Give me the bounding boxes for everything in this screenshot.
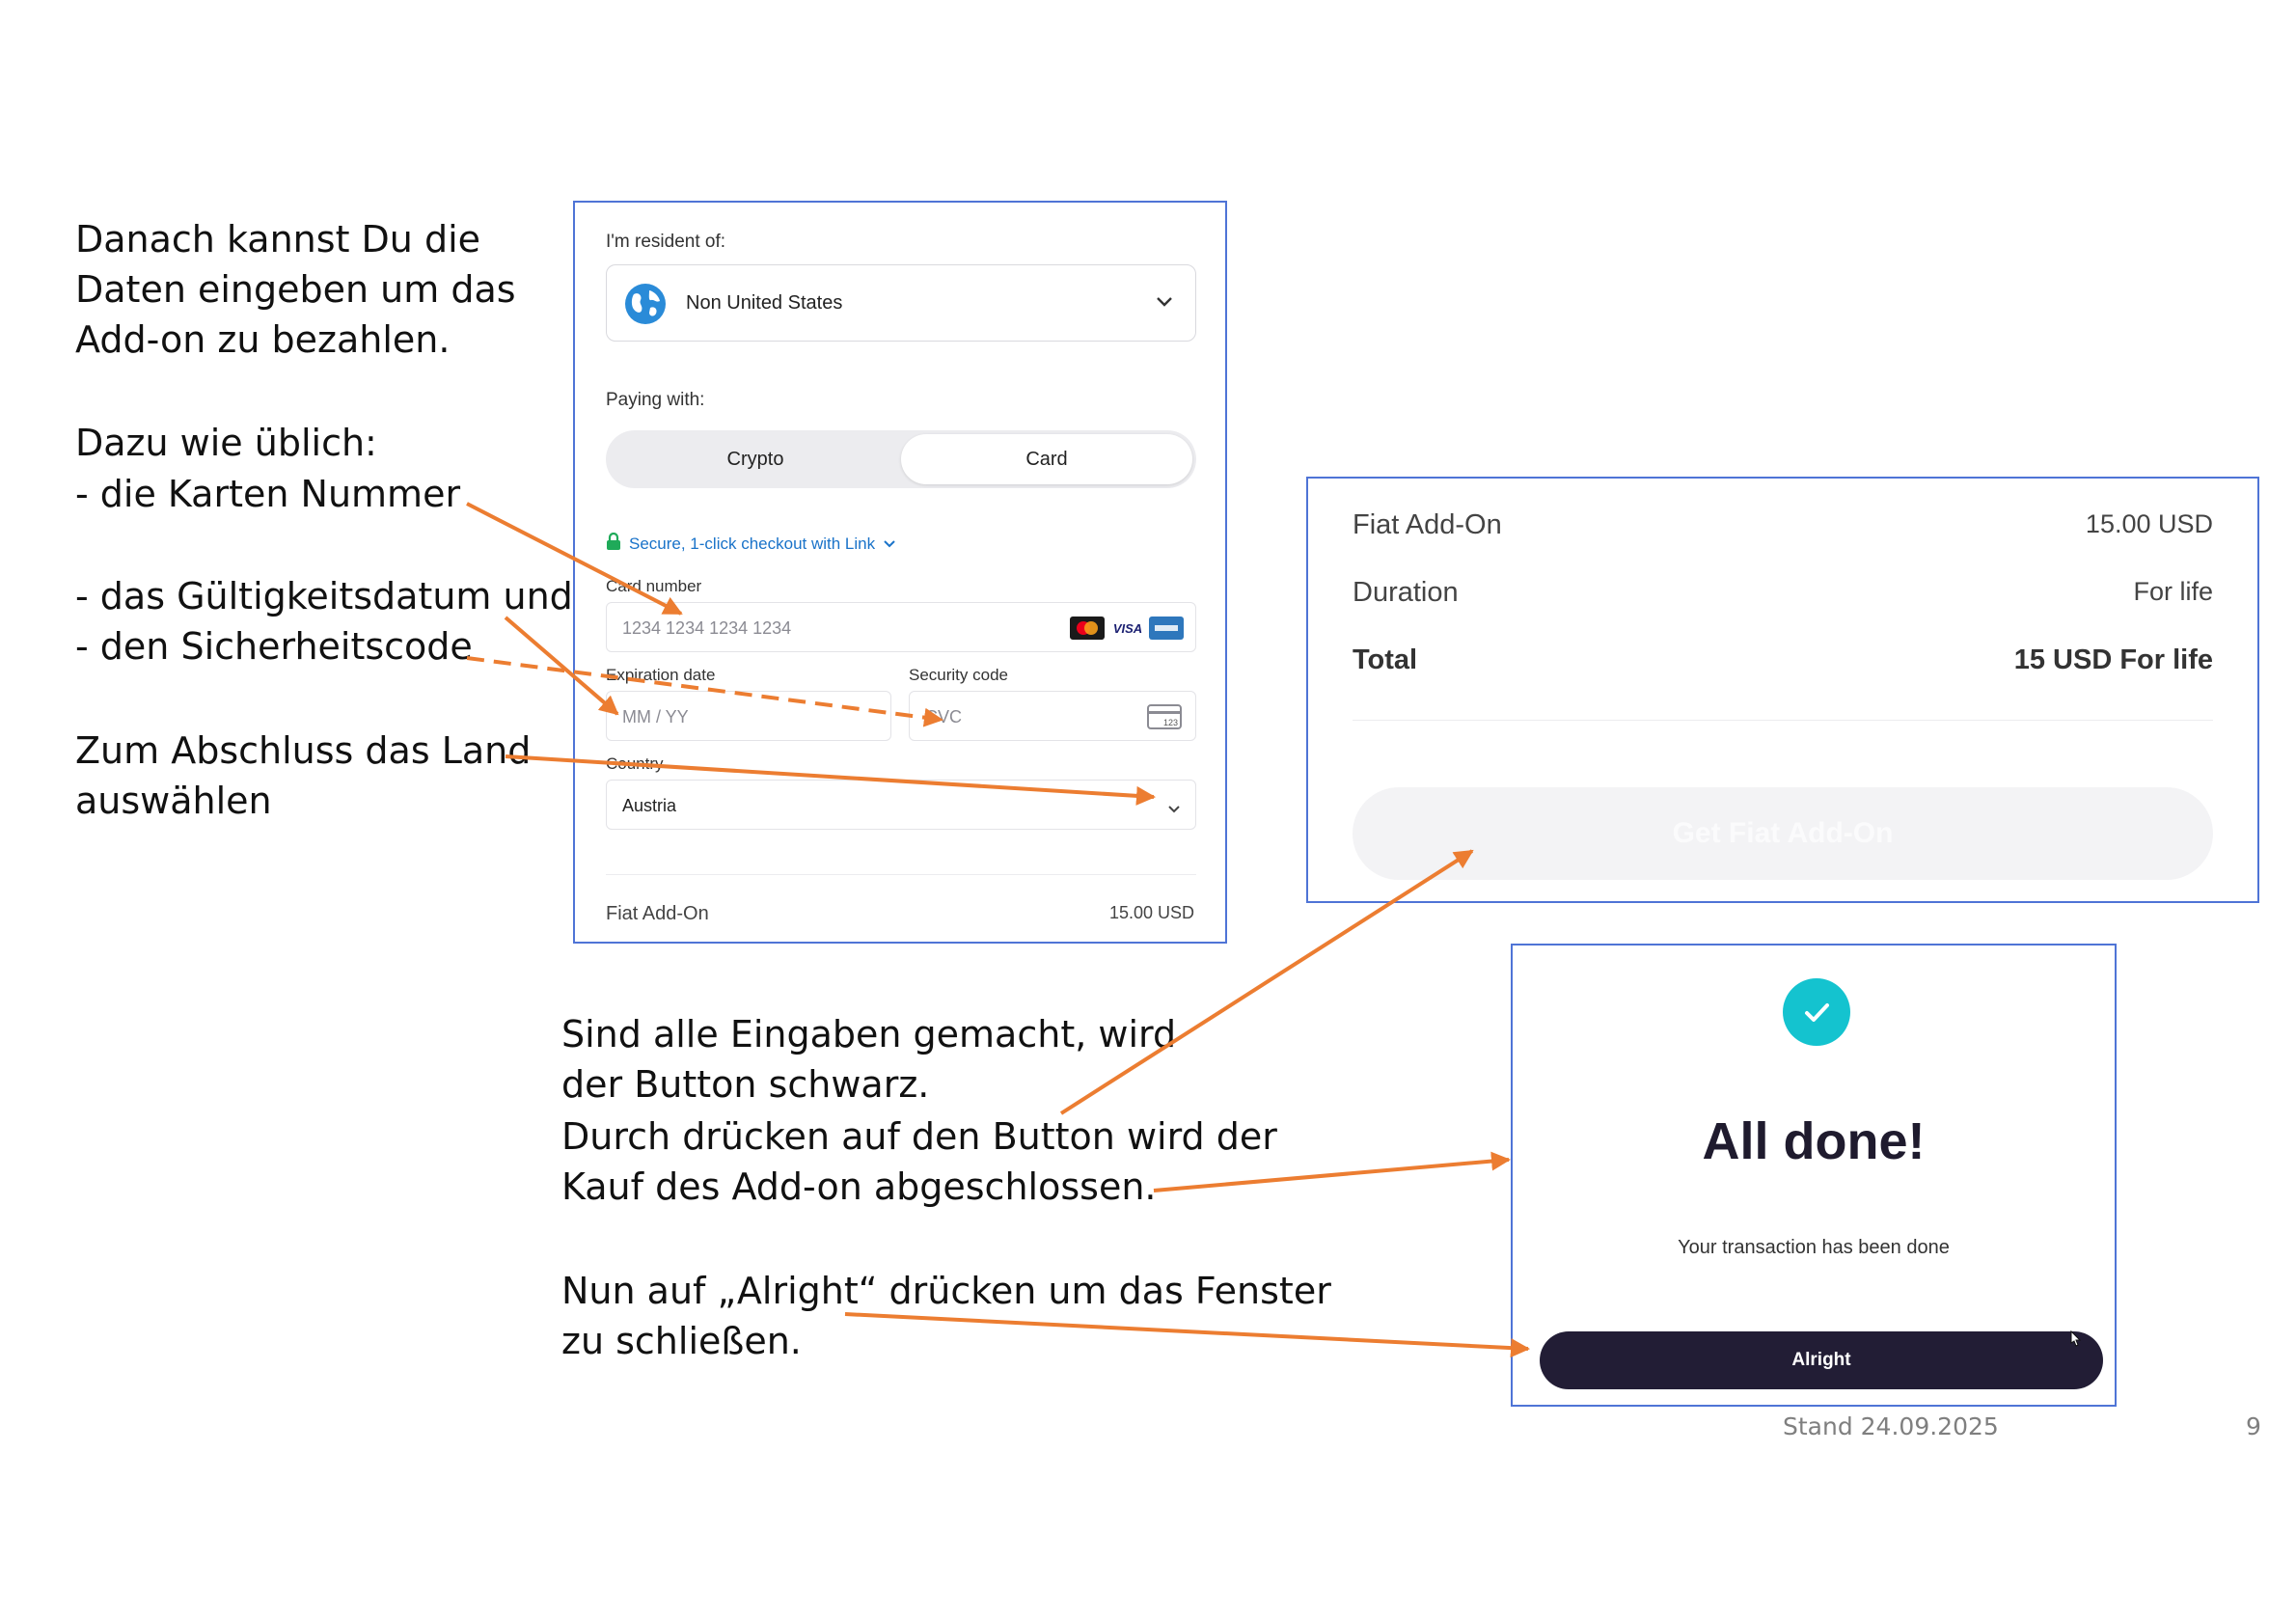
country-line: auswählen bbox=[75, 780, 272, 822]
alright-button[interactable]: Alright bbox=[1540, 1331, 2103, 1389]
tab-crypto[interactable]: Crypto bbox=[610, 434, 901, 484]
amex-icon bbox=[1149, 617, 1184, 644]
alright-note-line: zu schließen. bbox=[561, 1320, 802, 1362]
instruction-expiry: - das Gültigkeitsdatum und bbox=[75, 575, 573, 617]
resident-label: I'm resident of: bbox=[606, 232, 726, 252]
cursor-icon bbox=[2066, 1329, 2082, 1353]
page-number: 9 bbox=[2246, 1412, 2261, 1440]
link-checkout-text: Secure, 1-click checkout with Link bbox=[629, 534, 876, 553]
expiration-label: Expiration date bbox=[606, 666, 716, 684]
summary-item-label: Fiat Add-On bbox=[1353, 509, 1502, 540]
link-checkout[interactable]: Secure, 1-click checkout with Link bbox=[606, 532, 896, 555]
alright-note-line: Nun auf „Alright“ drücken um das Fenster bbox=[561, 1270, 1331, 1312]
divider bbox=[1353, 720, 2213, 721]
alright-button-label: Alright bbox=[1791, 1350, 1851, 1370]
tab-card[interactable]: Card bbox=[901, 434, 1192, 484]
country-line: Zum Abschluss das Land bbox=[75, 729, 532, 772]
resident-value: Non United States bbox=[686, 292, 843, 314]
chevron-down-icon bbox=[1155, 294, 1174, 313]
cvc-stripe bbox=[1149, 711, 1180, 714]
visa-icon: VISA bbox=[1112, 620, 1143, 636]
done-dialog-frame: All done! Your transaction has been done… bbox=[1511, 944, 2117, 1407]
summary-total-value: 15 USD For life bbox=[2013, 644, 2213, 675]
globe-icon bbox=[624, 283, 667, 325]
tab-crypto-label: Crypto bbox=[726, 448, 784, 470]
summary-item: Fiat Add-On bbox=[606, 903, 709, 924]
done-message: Your transaction has been done bbox=[1678, 1237, 1950, 1258]
instruction-alright-note: Nun auf „Alright“ drücken um das Fenster… bbox=[561, 1266, 1331, 1366]
summary-total-label: Total bbox=[1353, 644, 1418, 675]
resident-select[interactable]: Non United States bbox=[606, 264, 1196, 342]
country-select[interactable]: Austria bbox=[606, 780, 1196, 830]
cvc-card-icon: 123 bbox=[1147, 704, 1182, 729]
card-number-label: Card number bbox=[606, 577, 702, 595]
card-number-placeholder: 1234 1234 1234 1234 bbox=[622, 618, 792, 638]
check-icon bbox=[1783, 978, 1850, 1046]
summary-duration-value: For life bbox=[2133, 577, 2213, 606]
security-code-input[interactable]: CVC 123 bbox=[909, 691, 1196, 741]
lock-icon bbox=[606, 532, 621, 555]
summary-item-value: 15.00 USD bbox=[2085, 509, 2213, 538]
country-label: Country bbox=[606, 754, 664, 773]
instruction-intro: Danach kannst Du die Daten eingeben um d… bbox=[75, 214, 516, 365]
cvc-icon-text: 123 bbox=[1162, 718, 1178, 727]
tab-card-label: Card bbox=[1025, 448, 1068, 470]
payment-method-toggle: Crypto Card bbox=[606, 430, 1196, 488]
button-note-line: Kauf des Add-on abgeschlossen. bbox=[561, 1165, 1157, 1208]
card-number-input[interactable]: 1234 1234 1234 1234 VISA bbox=[606, 602, 1196, 652]
intro-line: Daten eingeben um das bbox=[75, 268, 516, 311]
paying-label: Paying with: bbox=[606, 390, 705, 410]
get-addon-button[interactable]: Get Fiat Add-On bbox=[1353, 787, 2213, 880]
summary-price: 15.00 USD bbox=[1108, 903, 1194, 922]
intro-line: Add-on zu bezahlen. bbox=[75, 318, 451, 361]
button-note-line: der Button schwarz. bbox=[561, 1063, 930, 1106]
instruction-button-note: Sind alle Eingaben gemacht, wird der But… bbox=[561, 1009, 1277, 1212]
summary-panel-frame: Fiat Add-On 15.00 USD Duration For life … bbox=[1306, 477, 2259, 903]
expiration-input[interactable]: MM / YY bbox=[606, 691, 891, 741]
button-note-line: Sind alle Eingaben gemacht, wird bbox=[561, 1013, 1177, 1055]
security-placeholder: CVC bbox=[925, 707, 963, 726]
intro-line: Danach kannst Du die bbox=[75, 218, 481, 260]
country-value: Austria bbox=[622, 796, 677, 815]
payment-form-frame: I'm resident of: Non United States Payin… bbox=[573, 201, 1227, 944]
instruction-card-number: - die Karten Nummer bbox=[75, 473, 461, 515]
chevron-down-icon bbox=[1166, 800, 1182, 818]
instruction-country: Zum Abschluss das Land auswählen bbox=[75, 726, 531, 826]
expiration-placeholder: MM / YY bbox=[622, 707, 689, 726]
security-label: Security code bbox=[909, 666, 1008, 684]
chevron-down-icon bbox=[883, 534, 896, 554]
mastercard-icon bbox=[1070, 617, 1105, 644]
done-title: All done! bbox=[1702, 1112, 1926, 1170]
get-addon-button-label: Get Fiat Add-On bbox=[1672, 817, 1894, 849]
summary-duration-label: Duration bbox=[1353, 577, 1459, 608]
footer-date: Stand 24.09.2025 bbox=[1783, 1412, 1999, 1440]
divider bbox=[606, 874, 1196, 875]
instruction-list-header: Dazu wie üblich: bbox=[75, 422, 377, 464]
button-note-line: Durch drücken auf den Button wird der bbox=[561, 1115, 1277, 1158]
instruction-security: - den Sicherheitscode bbox=[75, 625, 473, 668]
